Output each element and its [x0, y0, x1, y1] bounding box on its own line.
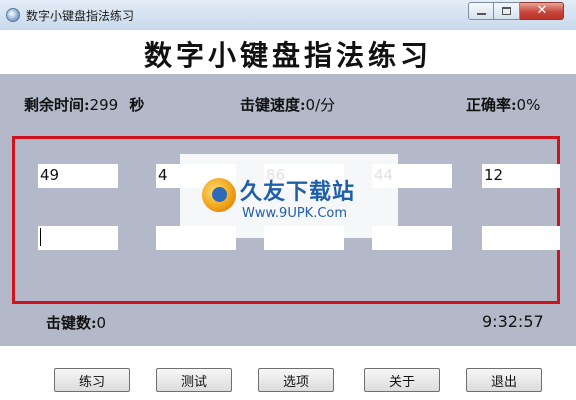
clock: 9:32:57: [482, 312, 544, 331]
accuracy-value: 0%: [516, 96, 541, 114]
title-bar[interactable]: 数字小键盘指法练习 ✕: [0, 0, 576, 31]
keystroke-count-label: 击键数:: [46, 314, 97, 332]
minimize-icon: [477, 13, 486, 15]
remaining-time-unit: 秒: [129, 96, 145, 114]
typing-speed-label: 击键速度:: [240, 96, 306, 114]
keystroke-count: 击键数:0: [46, 312, 106, 333]
remaining-time: 剩余时间:299 秒: [24, 94, 144, 115]
watermark-logo-icon: [202, 178, 236, 212]
maximize-button[interactable]: [494, 2, 520, 20]
options-button[interactable]: 选项: [258, 368, 334, 392]
test-button[interactable]: 测试: [156, 368, 232, 392]
remaining-time-label: 剩余时间:: [24, 96, 90, 114]
target-number-5: 12: [482, 164, 560, 188]
answer-input-1[interactable]: [38, 226, 118, 250]
accuracy-label: 正确率:: [466, 96, 517, 114]
close-button[interactable]: ✕: [520, 2, 564, 20]
window-title: 数字小键盘指法练习: [26, 9, 135, 23]
page-title: 数字小键盘指法练习: [143, 39, 432, 72]
close-icon: ✕: [536, 3, 548, 18]
minimize-button[interactable]: [468, 2, 494, 20]
exit-button[interactable]: 退出: [466, 368, 542, 392]
header: 数字小键盘指法练习: [0, 30, 576, 74]
practice-button[interactable]: 练习: [54, 368, 130, 392]
text-caret: [40, 228, 41, 246]
accuracy: 正确率:0%: [466, 94, 540, 115]
window-controls: ✕: [468, 2, 564, 20]
keystroke-count-value: 0: [96, 314, 107, 332]
maximize-icon: [502, 7, 511, 15]
watermark-brand: 久友下载站: [240, 180, 356, 205]
typing-speed: 击键速度:0/分: [240, 94, 335, 115]
typing-speed-value: 0/分: [305, 96, 336, 114]
remaining-time-value: 299: [89, 96, 119, 114]
watermark-url: Www.9UPK.Com: [242, 206, 348, 221]
answer-input-5[interactable]: [482, 226, 560, 250]
target-number-1: 49: [38, 164, 118, 188]
app-icon: [6, 8, 20, 22]
about-button[interactable]: 关于: [364, 368, 440, 392]
